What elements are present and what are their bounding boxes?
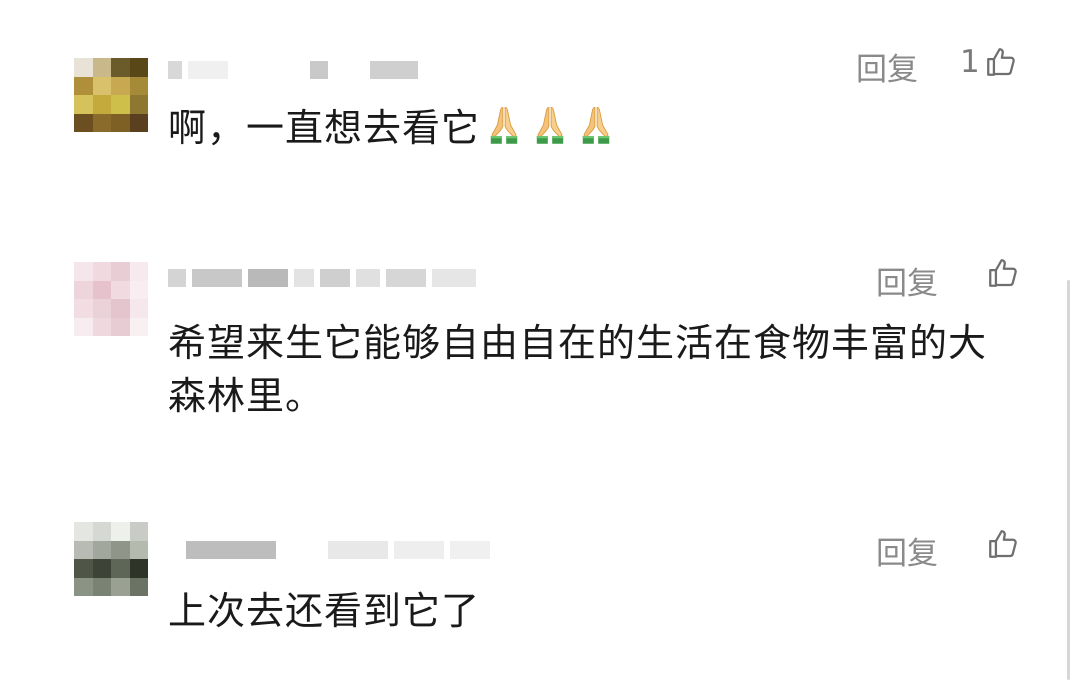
thumbs-up-icon (989, 259, 1017, 287)
thumbs-up-icon (986, 48, 1015, 76)
scrollbar[interactable] (1067, 280, 1070, 680)
comment-text: 希望来生它能够自由自在的生活在食物丰富的大森林里。 (168, 321, 988, 418)
praying-hands-icon (482, 103, 526, 147)
praying-hands-icon (574, 103, 618, 147)
username-blurred[interactable] (168, 60, 418, 80)
username-blurred[interactable] (168, 268, 476, 288)
username-blurred[interactable] (186, 540, 490, 560)
comment-text: 啊，一直想去看它 (168, 102, 1008, 155)
like-count: 1 (960, 44, 980, 80)
comment-text: 上次去还看到它了 (168, 589, 481, 633)
reply-button[interactable]: 回复 (876, 528, 938, 573)
like-button[interactable]: 1 (960, 44, 1018, 80)
avatar[interactable] (74, 58, 148, 132)
emoji-group (480, 106, 618, 150)
thumbs-up-icon (989, 530, 1017, 558)
praying-hands-icon (528, 103, 572, 147)
reply-button[interactable]: 回复 (856, 44, 918, 89)
like-button[interactable] (986, 256, 1020, 290)
like-button[interactable] (986, 527, 1020, 561)
avatar[interactable] (74, 522, 148, 596)
avatar[interactable] (74, 262, 148, 336)
reply-button[interactable]: 回复 (876, 258, 938, 303)
